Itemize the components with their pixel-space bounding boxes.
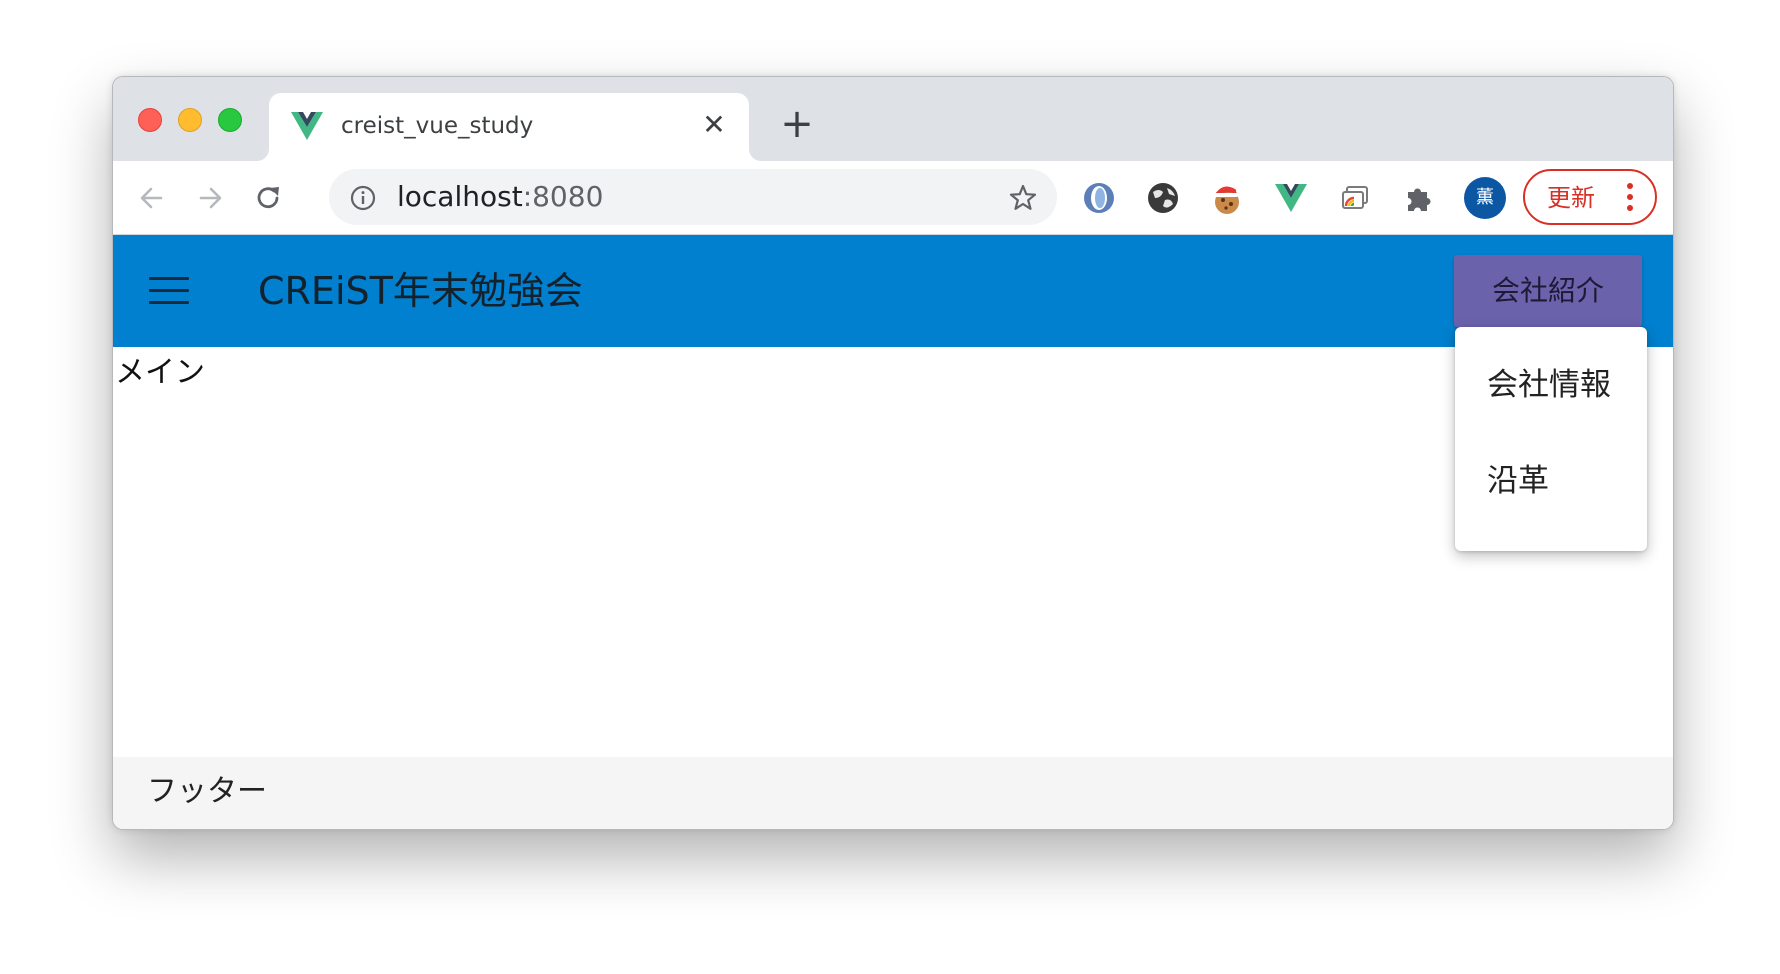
main-text: メイン bbox=[115, 355, 205, 390]
cast-extension-icon[interactable] bbox=[1337, 180, 1373, 216]
maximize-window-button[interactable] bbox=[218, 108, 242, 132]
info-icon[interactable] bbox=[349, 184, 377, 212]
update-label: 更新 bbox=[1547, 184, 1595, 212]
back-arrow-icon[interactable] bbox=[133, 179, 171, 217]
globe-extension-icon[interactable] bbox=[1145, 180, 1181, 216]
menu-item-history[interactable]: 沿革 bbox=[1455, 433, 1647, 529]
vue-logo-icon bbox=[291, 112, 323, 140]
app-title: CREiST年末勉強会 bbox=[258, 269, 583, 313]
tab-title: creist_vue_study bbox=[341, 113, 534, 139]
puzzle-extensions-icon[interactable] bbox=[1401, 180, 1437, 216]
profile-avatar[interactable]: 薫 bbox=[1464, 177, 1506, 219]
menu-item-company-info[interactable]: 会社情報 bbox=[1455, 337, 1647, 433]
app-bar: CREiST年末勉強会 会社紹介 bbox=[113, 235, 1673, 347]
close-window-button[interactable] bbox=[138, 108, 162, 132]
kebab-menu-icon bbox=[1627, 183, 1633, 213]
bookmark-star-icon[interactable] bbox=[1007, 182, 1039, 214]
url-host: localhost bbox=[397, 180, 523, 213]
hamburger-menu-icon[interactable] bbox=[149, 277, 189, 305]
footer-text: フッター bbox=[147, 774, 267, 809]
url-text: localhost:8080 bbox=[397, 181, 603, 213]
browser-window: creist_vue_study ✕ + localhost:8080 薫 更新… bbox=[112, 76, 1674, 830]
update-button[interactable]: 更新 bbox=[1523, 169, 1657, 225]
main-content: メイン bbox=[113, 347, 1673, 757]
reload-icon[interactable] bbox=[249, 179, 287, 217]
address-bar[interactable]: localhost:8080 bbox=[329, 169, 1057, 225]
company-intro-button[interactable]: 会社紹介 bbox=[1454, 255, 1642, 327]
blue-ring-extension-icon[interactable] bbox=[1081, 180, 1117, 216]
dropdown-menu: 会社情報 沿革 bbox=[1455, 327, 1647, 551]
minimize-window-button[interactable] bbox=[178, 108, 202, 132]
santa-cookie-extension-icon[interactable] bbox=[1209, 180, 1245, 216]
footer: フッター bbox=[113, 757, 1673, 829]
new-tab-button[interactable]: + bbox=[779, 104, 815, 144]
browser-tab-active[interactable]: creist_vue_study ✕ bbox=[269, 93, 749, 161]
forward-arrow-icon[interactable] bbox=[191, 179, 229, 217]
tab-strip: creist_vue_study ✕ + bbox=[113, 77, 1673, 161]
close-tab-icon[interactable]: ✕ bbox=[699, 110, 729, 140]
browser-toolbar: localhost:8080 薫 更新 bbox=[113, 161, 1673, 235]
url-port: :8080 bbox=[522, 180, 604, 213]
vue-devtools-icon[interactable] bbox=[1273, 180, 1309, 216]
